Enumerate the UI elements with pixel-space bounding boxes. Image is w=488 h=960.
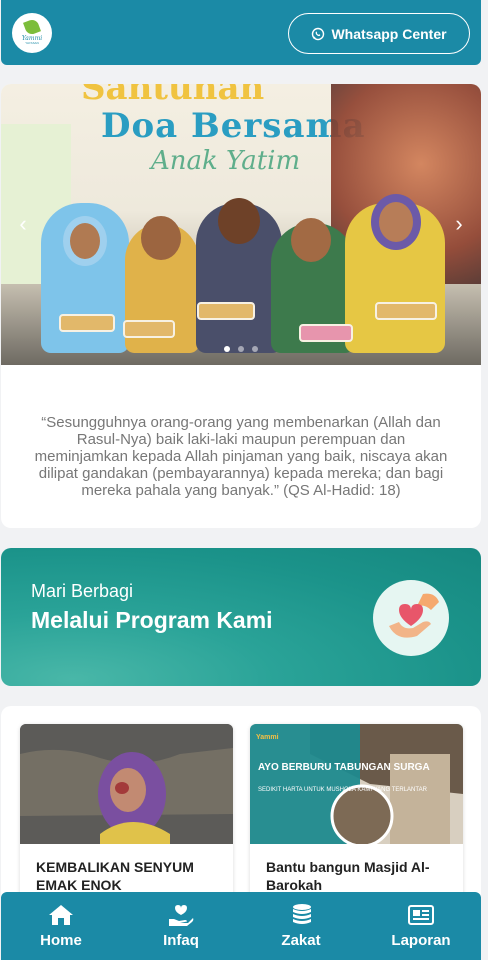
program-image (20, 724, 233, 844)
program-image-caption: SEDIKIT HARTA UNTUK MUSHOLA KAMI YANG TE… (258, 787, 427, 793)
hand-heart-icon (169, 905, 194, 926)
whatsapp-center-button[interactable]: Whatsapp Center (288, 13, 470, 54)
carousel-dot[interactable] (238, 346, 244, 352)
nav-label: Infaq (163, 932, 199, 949)
program-banner-line2: Melalui Program Kami (31, 607, 273, 633)
banner-subtitle: Anak Yatim (151, 146, 301, 176)
carousel-dot[interactable] (224, 346, 230, 352)
carousel-slide[interactable]: Santunan Doa Bersama Anak Yatim ‹ › (1, 84, 481, 365)
leaf-icon (23, 17, 41, 36)
nav-label: Home (40, 932, 82, 949)
snack-tray (59, 314, 115, 332)
coins-icon (293, 904, 311, 924)
carousel-next-button[interactable]: › (449, 212, 469, 236)
program-banner[interactable]: Mari Berbagi Melalui Program Kami (1, 548, 481, 686)
program-banner-line1: Mari Berbagi (31, 581, 134, 601)
snack-tray (197, 302, 255, 320)
snack-tray (299, 324, 353, 342)
app-header: Yammi YAYASAN Whatsapp Center (1, 0, 481, 65)
nav-home[interactable]: Home (1, 892, 121, 960)
hero-card: Santunan Doa Bersama Anak Yatim ‹ › “Ses… (1, 84, 481, 528)
child-head (371, 194, 421, 250)
logo[interactable]: Yammi YAYASAN (12, 13, 52, 53)
banner-title: Doa Bersama (101, 106, 366, 146)
bottom-nav: Home Infaq Zakat Laporan (1, 892, 481, 960)
banner-title-top: Santunan (81, 84, 265, 108)
child-head (141, 216, 181, 260)
child-head (291, 218, 331, 262)
snack-tray (375, 302, 437, 320)
carousel-indicators (1, 346, 481, 352)
carousel-prev-button[interactable]: ‹ (13, 212, 33, 236)
carousel-dot[interactable] (252, 346, 258, 352)
snack-tray (123, 320, 175, 338)
newspaper-icon (408, 905, 434, 925)
home-icon (49, 905, 73, 925)
program-image: Yammi AYO BERBURU TABUNGAN SURGA SEDIKIT… (250, 724, 463, 844)
nav-label: Laporan (391, 932, 451, 949)
program-image-headline: AYO BERBURU TABUNGAN SURGA (258, 762, 430, 773)
child-head (218, 198, 260, 244)
heart-hands-icon (373, 580, 449, 656)
child-head (63, 216, 107, 266)
quran-quote: “Sesungguhnya orang-orang yang membenark… (34, 414, 448, 499)
whatsapp-icon (312, 27, 325, 40)
nav-laporan[interactable]: Laporan (361, 892, 481, 960)
nav-infaq[interactable]: Infaq (121, 892, 241, 960)
logo-subtext: YAYASAN (25, 40, 39, 45)
whatsapp-label: Whatsapp Center (331, 25, 447, 42)
nav-zakat[interactable]: Zakat (241, 892, 361, 960)
nav-label: Zakat (281, 932, 321, 949)
program-image-brand: Yammi (256, 734, 279, 741)
